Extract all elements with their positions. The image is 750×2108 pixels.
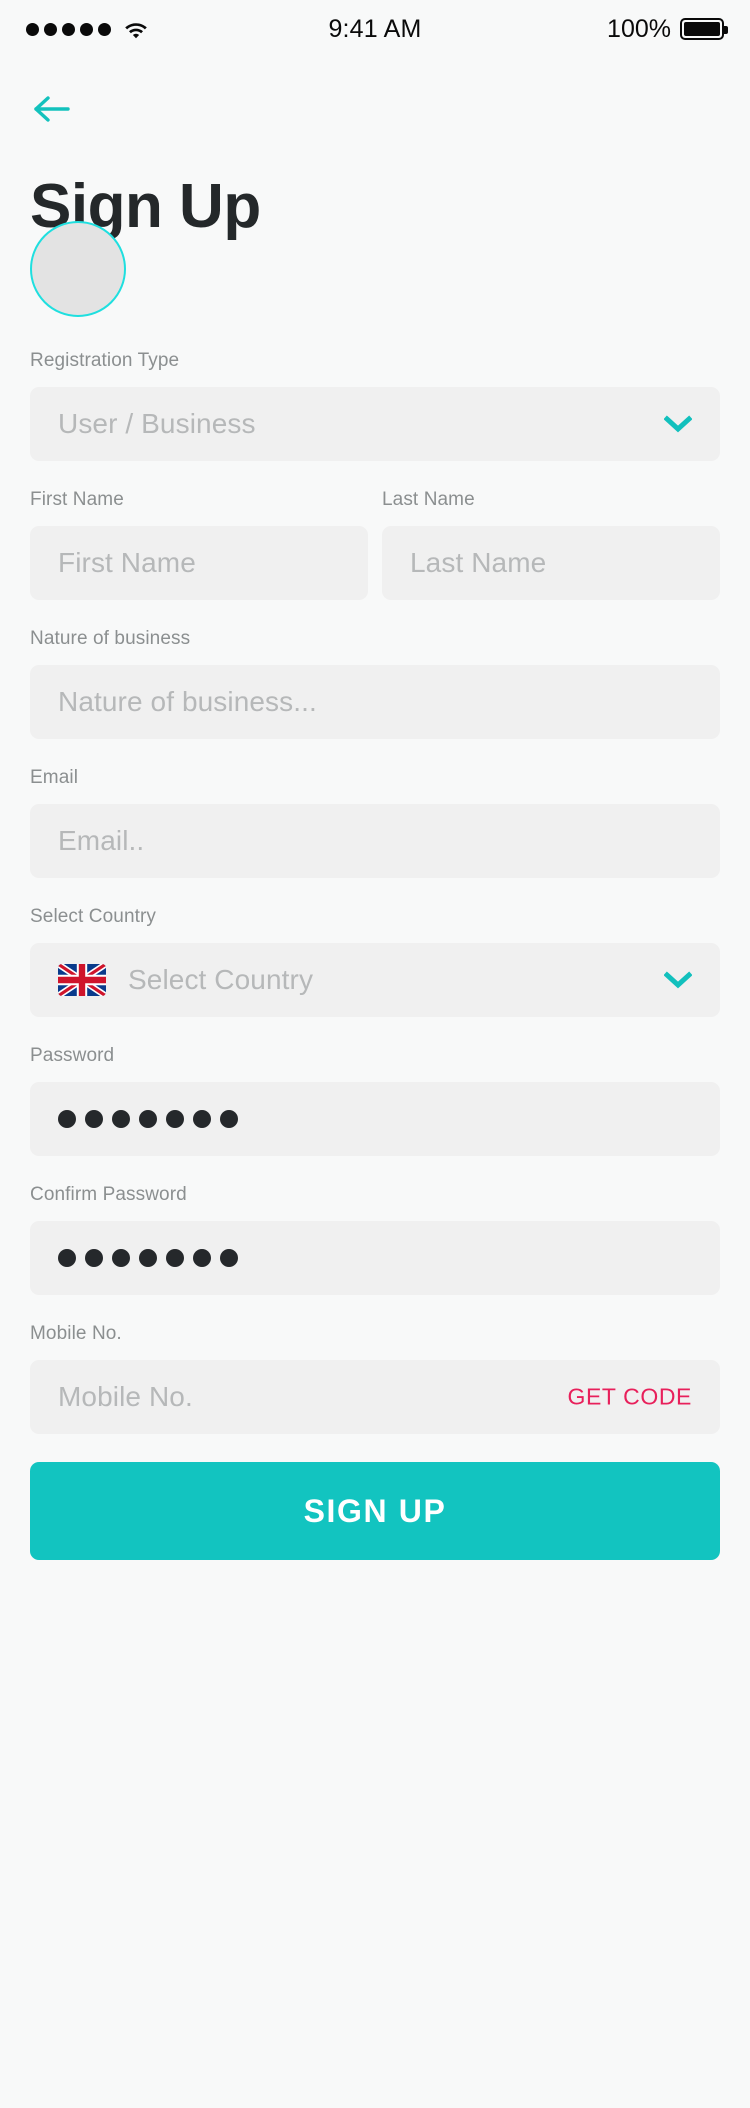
registration-type-select[interactable]: User / Business	[30, 387, 720, 461]
first-name-label: First Name	[30, 489, 124, 510]
field-registration-type: Registration Type User / Business	[30, 350, 720, 461]
password-masked-value	[58, 1110, 238, 1128]
country-select[interactable]: Select Country	[30, 943, 720, 1017]
signup-form: Registration Type User / Business First …	[0, 350, 750, 1560]
uk-flag-icon	[58, 964, 106, 996]
confirm-password-input[interactable]	[30, 1221, 720, 1295]
mobile-placeholder: Mobile No.	[58, 1381, 193, 1412]
registration-type-label: Registration Type	[30, 350, 180, 371]
nature-of-business-label: Nature of business	[30, 628, 191, 649]
password-label: Password	[30, 1045, 115, 1066]
field-nature-of-business: Nature of business Nature of business...	[30, 628, 720, 739]
field-country: Select Country Select Country	[30, 906, 720, 1017]
battery-icon	[680, 18, 728, 40]
chevron-down-icon[interactable]	[663, 415, 693, 433]
email-label: Email	[30, 767, 79, 788]
field-confirm-password: Confirm Password	[30, 1184, 720, 1295]
email-input[interactable]: Email..	[30, 804, 720, 878]
password-input[interactable]	[30, 1082, 720, 1156]
status-bar: 9:41 AM 100%	[0, 0, 750, 58]
mobile-input[interactable]: Mobile No. GET CODE	[30, 1360, 720, 1434]
status-bar-right: 100%	[607, 14, 728, 44]
last-name-input[interactable]: Last Name	[382, 526, 720, 600]
back-button[interactable]	[32, 86, 88, 132]
confirm-password-label: Confirm Password	[30, 1184, 187, 1205]
signup-screen: 9:41 AM 100% Sign Up Registration Type U…	[0, 0, 750, 2108]
battery-percent-label: 100%	[607, 14, 671, 43]
get-code-button[interactable]: GET CODE	[567, 1384, 692, 1411]
field-last-name: Last Name Last Name	[382, 489, 720, 600]
first-name-placeholder: First Name	[58, 547, 196, 578]
email-placeholder: Email..	[58, 825, 145, 856]
sign-up-button[interactable]: SIGN UP	[30, 1462, 720, 1560]
field-password: Password	[30, 1045, 720, 1156]
first-name-input[interactable]: First Name	[30, 526, 368, 600]
field-mobile: Mobile No. Mobile No. GET CODE	[30, 1323, 720, 1434]
nature-of-business-placeholder: Nature of business...	[58, 686, 317, 717]
confirm-password-masked-value	[58, 1249, 238, 1267]
country-placeholder: Select Country	[128, 964, 314, 995]
avatar-upload[interactable]	[30, 221, 126, 317]
name-row: First Name First Name Last Name Last Nam…	[30, 489, 720, 600]
registration-type-placeholder: User / Business	[58, 408, 256, 439]
country-label: Select Country	[30, 906, 157, 927]
nature-of-business-input[interactable]: Nature of business...	[30, 665, 720, 739]
field-email: Email Email..	[30, 767, 720, 878]
mobile-label: Mobile No.	[30, 1323, 122, 1344]
field-first-name: First Name First Name	[30, 489, 368, 600]
last-name-placeholder: Last Name	[410, 547, 547, 578]
chevron-down-icon[interactable]	[663, 971, 693, 989]
arrow-left-icon	[34, 96, 70, 122]
last-name-label: Last Name	[382, 489, 475, 510]
